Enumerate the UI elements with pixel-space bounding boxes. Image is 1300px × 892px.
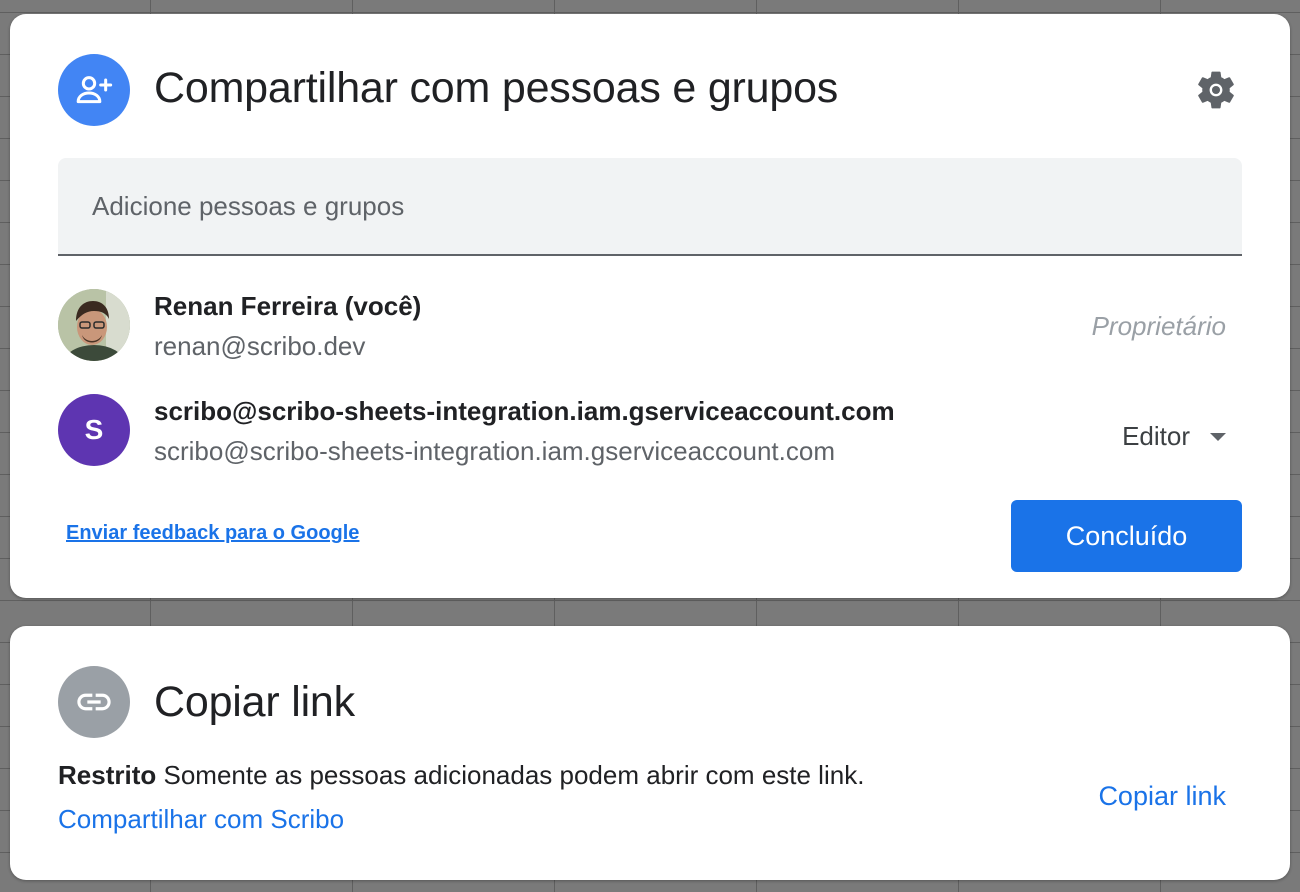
access-description: Restrito Somente as pessoas adicionadas … xyxy=(58,760,864,791)
user-avatar xyxy=(58,289,130,361)
settings-button[interactable] xyxy=(1192,64,1240,116)
add-people-field[interactable] xyxy=(58,158,1242,256)
person-name: scribo@scribo-sheets-integration.iam.gse… xyxy=(154,396,895,426)
letter-avatar: S xyxy=(58,394,130,466)
role-dropdown-label: Editor xyxy=(1122,420,1190,451)
person-email: renan@scribo.dev xyxy=(154,331,366,361)
share-dialog: Compartilhar com pessoas e grupos Renan … xyxy=(10,14,1290,598)
person-row-service-account: S scribo@scribo-sheets-integration.iam.g… xyxy=(58,394,1242,474)
gear-icon xyxy=(1198,71,1234,109)
owner-role-label: Proprietário xyxy=(1091,311,1226,341)
dialog-title: Compartilhar com pessoas e grupos xyxy=(154,64,839,112)
access-description-text: Somente as pessoas adicionadas podem abr… xyxy=(163,760,865,790)
dialog-title: Copiar link xyxy=(154,678,355,726)
copy-link-dialog: Copiar link Restrito Somente as pessoas … xyxy=(10,626,1290,880)
change-link-access-link[interactable]: Compartilhar com Scribo xyxy=(58,804,344,835)
person-email: scribo@scribo-sheets-integration.iam.gse… xyxy=(154,436,836,466)
copy-link-button[interactable]: Copiar link xyxy=(1098,781,1226,812)
access-level: Restrito xyxy=(58,760,157,790)
link-icon xyxy=(58,666,130,738)
send-feedback-link[interactable]: Enviar feedback para o Google xyxy=(66,522,359,545)
done-button[interactable]: Concluído xyxy=(1011,500,1242,572)
add-people-input[interactable] xyxy=(92,190,1242,222)
person-name: Renan Ferreira (você) xyxy=(154,291,422,321)
caret-down-icon xyxy=(1210,433,1226,441)
person-add-icon xyxy=(58,54,130,126)
person-row-owner: Renan Ferreira (você) renan@scribo.dev P… xyxy=(58,289,1242,369)
role-dropdown[interactable]: Editor xyxy=(1122,414,1226,458)
